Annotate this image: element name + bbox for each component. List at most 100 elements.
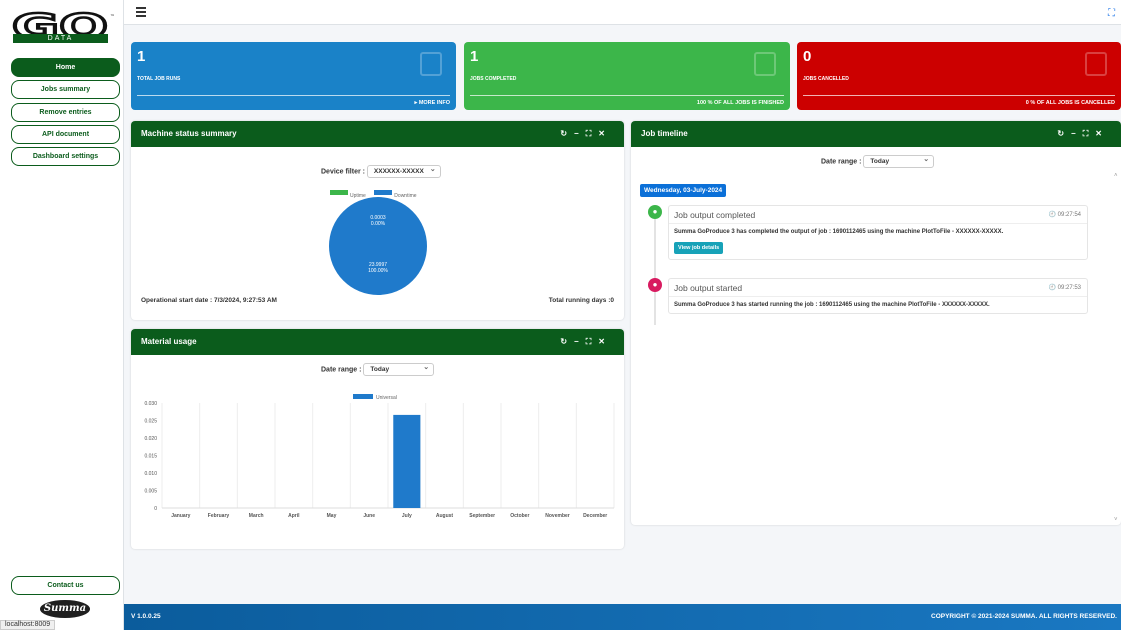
contact-us-button[interactable]: Contact us xyxy=(11,576,120,595)
minimize-icon[interactable]: − xyxy=(1071,129,1083,138)
timeline-item-title: Job output completed xyxy=(674,210,756,220)
legend-swatch xyxy=(353,394,373,399)
footer: V 1.0.0.25 COPYRIGHT © 2021-2024 SUMMA. … xyxy=(124,604,1121,630)
minimize-icon[interactable]: − xyxy=(574,337,586,346)
material-usage-bar-chart: Universal 0.030 0.025 0.020 0.015 0.010 0.005 0… xyxy=(144,394,615,519)
card-title: Job timeline xyxy=(641,129,688,138)
refresh-icon[interactable]: ↻ xyxy=(560,337,574,346)
y-tick-label: 0 xyxy=(154,506,157,512)
divider xyxy=(803,95,1115,96)
timeline-scrollbar[interactable]: ˄ ˅ xyxy=(1114,173,1120,523)
date-range-label: Date range : xyxy=(821,158,862,166)
date-range-label: Date range : xyxy=(321,366,362,374)
x-tick-label: May xyxy=(327,513,337,519)
timeline-item: Job output completed 🕘 09:27:54 Summa Go… xyxy=(668,205,1088,260)
uptime-swatch xyxy=(330,190,348,196)
jobs-cancelled-value: 0 xyxy=(803,48,812,65)
timeline-item-text: Summa GoProduce 3 has started running th… xyxy=(674,302,990,308)
y-tick-label: 0.030 xyxy=(144,401,157,407)
timeline-item-text: Summa GoProduce 3 has completed the outp… xyxy=(674,229,1004,235)
y-tick-label: 0.010 xyxy=(144,471,157,477)
material-usage-header: Material usage ↻−⛶✕ xyxy=(131,329,624,355)
device-filter-select[interactable]: XXXXXX-XXXXX xyxy=(366,165,441,178)
uptime-percent-label: 0.00% xyxy=(371,221,386,227)
machine-status-header: Machine status summary ↻−⛶✕ xyxy=(131,121,624,147)
material-date-range-row: Date range : Today xyxy=(321,363,435,376)
total-running-days: Total running days :0 xyxy=(548,297,614,304)
jobs-cancelled-label: JOBS CANCELLED xyxy=(803,76,849,82)
x-tick-label: October xyxy=(510,513,529,519)
x-tick-label: August xyxy=(436,513,454,519)
date-range-select[interactable]: Today xyxy=(363,363,435,376)
nav-api-document[interactable]: API document xyxy=(11,125,120,144)
timeline-item-time: 🕘 09:27:54 xyxy=(1048,212,1082,218)
file-x-icon xyxy=(1085,52,1107,76)
view-job-details-button[interactable]: View job details xyxy=(674,242,724,254)
sidebar: GO ™ DATA Home Jobs summary Remove entri… xyxy=(0,0,124,630)
card-title: Machine status summary xyxy=(141,129,237,138)
scroll-up-icon[interactable]: ˄ xyxy=(1114,173,1120,179)
card-tools: ↻−⛶✕ xyxy=(1057,121,1109,147)
jobs-completed-value: 1 xyxy=(470,48,479,65)
y-tick-label: 0.020 xyxy=(144,436,157,442)
timeline-item-time: 🕘 09:27:53 xyxy=(1048,285,1082,291)
x-tick-label: April xyxy=(288,513,300,519)
logo-data-banner: DATA xyxy=(13,34,108,43)
nav-home[interactable]: Home xyxy=(11,58,120,77)
jobs-completed-label: JOBS COMPLETED xyxy=(470,76,517,82)
divider xyxy=(137,95,450,96)
maximize-icon[interactable]: ⛶ xyxy=(586,129,599,138)
x-tick-label: January xyxy=(171,513,190,519)
nav-dashboard-settings[interactable]: Dashboard settings xyxy=(11,147,120,166)
timeline-date-pill: Wednesday, 03-July-2024 xyxy=(640,184,727,197)
x-tick-label: November xyxy=(545,513,570,519)
menu-toggle-icon[interactable] xyxy=(136,7,146,17)
device-filter-label: Device filter : xyxy=(321,168,365,176)
downtime-percent-label: 100.00% xyxy=(368,268,388,274)
app-version: V 1.0.0.25 xyxy=(131,613,161,620)
refresh-icon[interactable]: ↻ xyxy=(1057,129,1071,138)
uptime-pie-chart: 0.0003 0.00% 23.9997 100.00% xyxy=(329,197,427,295)
divider xyxy=(470,95,784,96)
date-range-select[interactable]: Today xyxy=(863,155,935,168)
x-tick-label: June xyxy=(363,513,375,519)
downtime-slice[interactable] xyxy=(329,197,427,295)
time-value: 09:27:54 xyxy=(1057,212,1081,218)
material-usage-card: Material usage ↻−⛶✕ Date range : Today U… xyxy=(131,329,624,549)
total-job-runs-label: TOTAL JOB RUNS xyxy=(137,76,181,82)
svg-text:™: ™ xyxy=(110,14,115,20)
minimize-icon[interactable]: − xyxy=(574,129,586,138)
bar-july[interactable] xyxy=(393,414,421,508)
timeline-item: Job output started 🕘 09:27:53 Summa GoPr… xyxy=(668,278,1088,314)
timeline-date-range-row: Date range : Today xyxy=(821,155,935,168)
close-icon[interactable]: ✕ xyxy=(598,129,612,138)
scroll-down-icon[interactable]: ˅ xyxy=(1114,517,1118,523)
close-icon[interactable]: ✕ xyxy=(598,337,612,346)
timeline-item-header: Job output started 🕘 09:27:53 xyxy=(669,279,1087,297)
status-url: localhost:8009 xyxy=(0,620,56,630)
fullscreen-icon[interactable]: ⛶ xyxy=(1108,8,1115,19)
more-info-link[interactable]: ▸ MORE INFO xyxy=(415,100,450,106)
legend-label: Universal xyxy=(376,395,397,401)
nav-jobs-summary[interactable]: Jobs summary xyxy=(11,80,120,99)
x-tick-label: September xyxy=(469,513,495,519)
y-tick-label: 0.005 xyxy=(144,489,157,495)
x-tick-label: July xyxy=(402,513,412,519)
info-box-jobs-cancelled: 0 JOBS CANCELLED 0 % OF ALL JOBS IS CANC… xyxy=(797,42,1121,110)
card-tools: ↻−⛶✕ xyxy=(560,121,612,147)
downtime-swatch xyxy=(374,190,393,196)
maximize-icon[interactable]: ⛶ xyxy=(1083,129,1096,138)
timeline-item-header: Job output completed 🕘 09:27:54 xyxy=(669,206,1087,224)
summa-logo: Summa xyxy=(40,600,90,618)
refresh-icon[interactable]: ↻ xyxy=(560,129,574,138)
timeline-line xyxy=(654,205,656,325)
user-icon: ● xyxy=(648,278,662,292)
nav-remove-entries[interactable]: Remove entries xyxy=(11,103,120,122)
close-icon[interactable]: ✕ xyxy=(1095,129,1109,138)
job-timeline-card: Job timeline ↻−⛶✕ Date range : Today Wed… xyxy=(631,121,1121,525)
y-tick-label: 0.025 xyxy=(144,419,157,425)
topbar: ⛶ xyxy=(124,0,1121,25)
x-tick-label: December xyxy=(583,513,607,519)
jobs-finished-percent: 100 % OF ALL JOBS IS FINISHED xyxy=(696,100,784,106)
maximize-icon[interactable]: ⛶ xyxy=(586,337,599,346)
